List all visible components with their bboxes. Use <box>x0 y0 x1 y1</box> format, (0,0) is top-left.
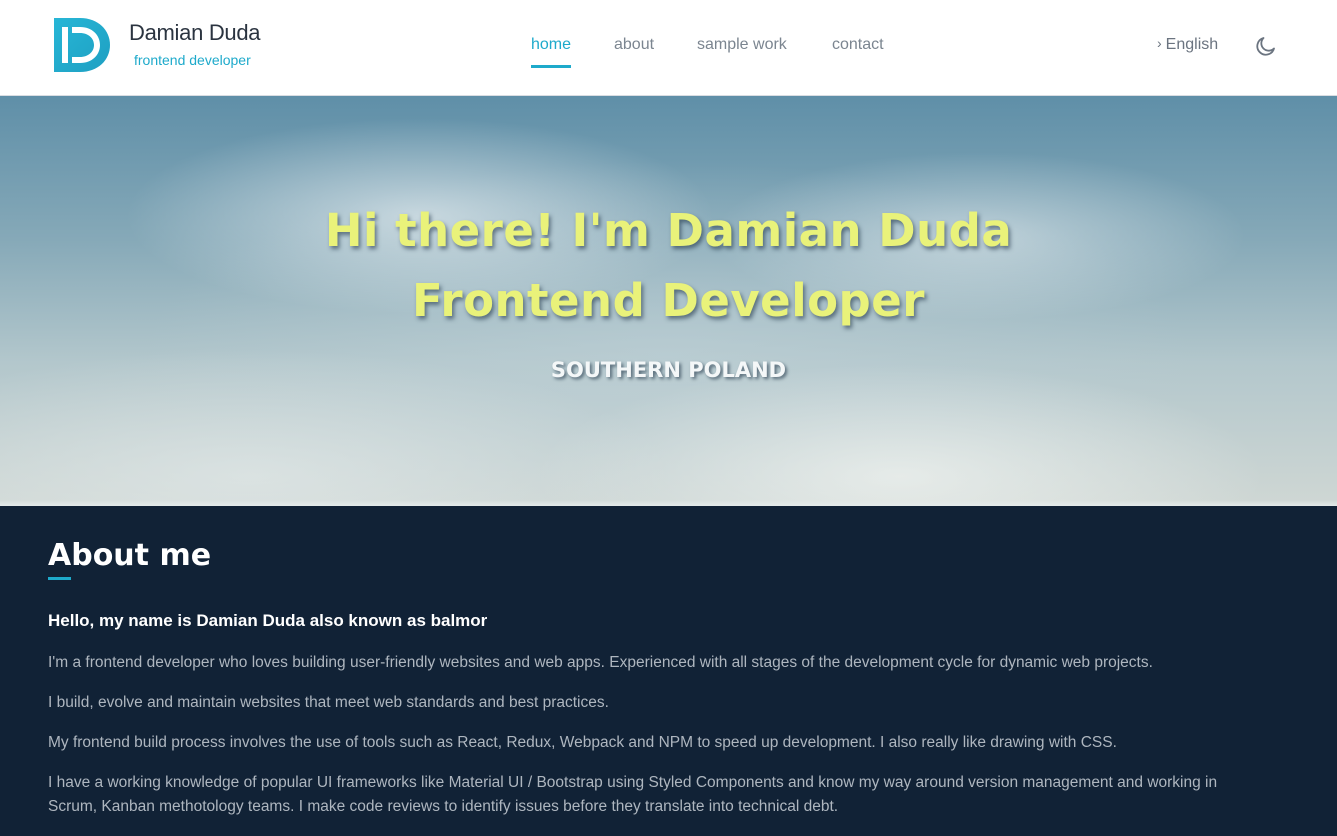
nav-about[interactable]: about <box>614 36 654 68</box>
nav-about-label: about <box>614 36 655 53</box>
nav-contact-label: contact <box>832 36 884 53</box>
language-label: English <box>1165 36 1219 53</box>
about-paragraph: I build, evolve and maintain websites th… <box>48 694 609 711</box>
nav-sample-work-label: sample work <box>697 36 787 53</box>
language-selector[interactable]: › English <box>1157 35 1219 54</box>
brand-name[interactable]: Damian Duda <box>129 20 261 46</box>
brand-subtitle: frontend developer <box>134 52 251 68</box>
nav-home-label: home <box>531 36 572 53</box>
hero-location: SOUTHERN POLAND <box>550 358 787 382</box>
nav-contact[interactable]: contact <box>832 36 884 68</box>
chevron-right-icon: › <box>1157 35 1162 51</box>
about-paragraph: I have a working knowledge of popular UI… <box>48 774 1218 815</box>
about-paragraph: I'm a frontend developer who loves build… <box>48 654 1153 671</box>
d-letter-logo-icon[interactable] <box>50 14 112 76</box>
hero-greeting: Hi there! I'm Damian Duda <box>324 204 1013 257</box>
about-greeting: Hello, my name is Damian Duda also known… <box>48 611 488 630</box>
about-title: About me <box>48 538 212 573</box>
about-paragraph: My frontend build process involves the u… <box>48 734 1117 751</box>
hero-banner: Hi there! I'm Damian Duda Frontend Devel… <box>0 96 1337 506</box>
moon-icon[interactable] <box>1254 34 1278 58</box>
site-header: Damian Duda frontend developer home abou… <box>0 0 1337 96</box>
nav-sample-work[interactable]: sample work <box>697 36 787 68</box>
about-section: About me Hello, my name is Damian Duda a… <box>0 506 1337 836</box>
hero-role: Frontend Developer <box>412 274 925 327</box>
active-nav-indicator <box>531 65 572 68</box>
title-underline <box>48 577 71 580</box>
nav-home[interactable]: home <box>531 36 572 68</box>
